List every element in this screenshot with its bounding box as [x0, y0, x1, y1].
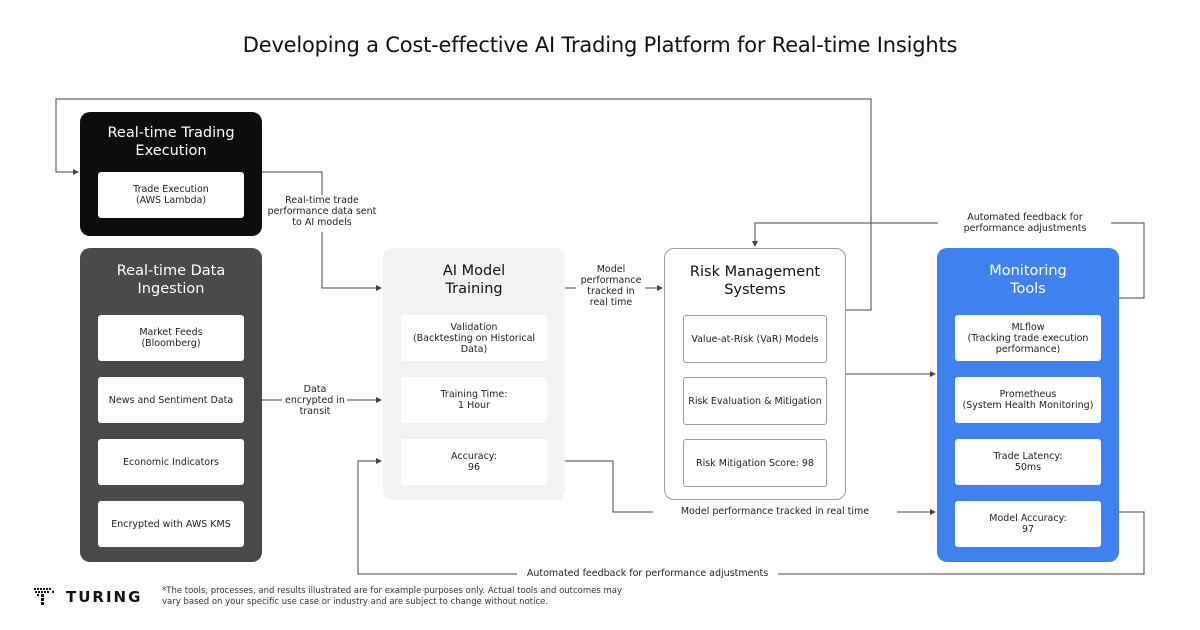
disclaimer: *The tools, processes, and results illus…: [162, 586, 623, 607]
card-var-models: Value-at-Risk (VaR) Models: [683, 315, 827, 363]
panel-ai-model-training: AI Model Training Validation (Backtestin…: [383, 248, 565, 500]
brand-name: TURING: [66, 588, 143, 606]
card-risk-score: Risk Mitigation Score: 98: [683, 439, 827, 487]
connector-monitoring-to-risk-2: [752, 222, 938, 247]
panel-data-ingestion: Real-time Data Ingestion Market Feeds (B…: [80, 248, 262, 562]
panel-monitoring-tools: Monitoring Tools MLflow (Tracking trade …: [937, 248, 1119, 562]
edge-label-monitoring-to-risk: Automated feedback for performance adjus…: [940, 212, 1110, 234]
panel-title: Monitoring Tools: [989, 263, 1067, 297]
card-training-time: Training Time: 1 Hour: [401, 377, 547, 423]
card-prometheus: Prometheus (System Health Monitoring): [955, 377, 1101, 423]
edge-label-accuracy-to-monitoring: Model performance tracked in real time: [655, 506, 895, 517]
card-risk-evaluation: Risk Evaluation & Mitigation: [683, 377, 827, 425]
card-news-sentiment: News and Sentiment Data: [98, 377, 244, 423]
card-accuracy: Accuracy: 96: [401, 439, 547, 485]
panel-risk-management: Risk Management Systems Value-at-Risk (V…: [664, 248, 846, 500]
panel-title: Real-time Data Ingestion: [116, 263, 226, 297]
card-validation: Validation (Backtesting on Historical Da…: [401, 315, 547, 361]
card-mlflow: MLflow (Tracking trade execution perform…: [955, 315, 1101, 361]
panel-trading-execution: Real-time Trading Execution Trade Execut…: [80, 112, 262, 236]
connector-accuracy-to-monitoring: [565, 460, 653, 513]
edge-label-training-to-risk: Model performance tracked in real time: [578, 264, 644, 308]
panel-title: AI Model Training: [442, 263, 506, 297]
card-trade-execution: Trade Execution (AWS Lambda): [98, 172, 244, 218]
edge-label-ingestion-to-training: Data encrypted in transit: [284, 384, 346, 417]
edge-label-monitoring-to-training: Automated feedback for performance adjus…: [519, 568, 776, 579]
connector-execution-to-training-2: [321, 232, 382, 291]
panel-title: Risk Management Systems: [689, 264, 821, 298]
turing-logo: TURING: [34, 588, 142, 606]
connector-execution-to-training: [262, 171, 323, 196]
panel-title: Real-time Trading Execution: [107, 125, 235, 159]
card-aws-kms: Encrypted with AWS KMS: [98, 501, 244, 547]
edge-label-exec-to-training: Real-time trade performance data sent to…: [266, 195, 378, 228]
card-trade-latency: Trade Latency: 50ms: [955, 439, 1101, 485]
card-economic-indicators: Economic Indicators: [98, 439, 244, 485]
turing-logo-icon: [34, 588, 54, 605]
card-market-feeds: Market Feeds (Bloomberg): [98, 315, 244, 361]
card-model-accuracy: Model Accuracy: 97: [955, 501, 1101, 547]
